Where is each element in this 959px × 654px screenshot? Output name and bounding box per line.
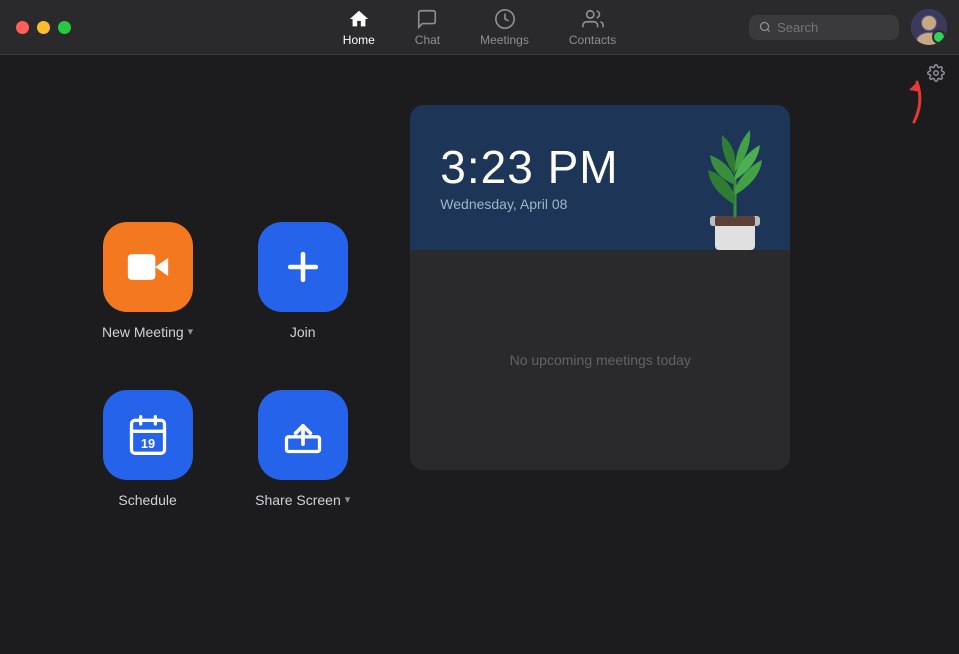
plant-decoration: [690, 120, 780, 250]
action-grid: New Meeting ▾ Join: [100, 95, 350, 614]
camera-icon: [126, 245, 170, 289]
close-button[interactable]: [16, 21, 29, 34]
chat-icon: [416, 8, 438, 30]
share-screen-label: Share Screen ▾: [255, 492, 350, 508]
tab-contacts[interactable]: Contacts: [569, 8, 616, 47]
join-label: Join: [290, 324, 316, 340]
meetings-section: No upcoming meetings today: [410, 250, 790, 470]
join-item[interactable]: Join: [255, 222, 350, 340]
traffic-lights: [0, 21, 71, 34]
new-meeting-item[interactable]: New Meeting ▾: [100, 222, 195, 340]
schedule-button[interactable]: 19: [103, 390, 193, 480]
schedule-label: Schedule: [118, 492, 176, 508]
join-button[interactable]: [258, 222, 348, 312]
calendar-icon: 19: [126, 413, 170, 457]
contacts-icon: [582, 8, 604, 30]
home-icon: [348, 8, 370, 30]
svg-text:19: 19: [140, 435, 154, 450]
tab-meetings[interactable]: Meetings: [480, 8, 529, 47]
share-screen-item[interactable]: Share Screen ▾: [255, 390, 350, 508]
new-meeting-chevron: ▾: [188, 325, 194, 338]
search-icon: [759, 20, 771, 34]
no-meetings-text: No upcoming meetings today: [510, 352, 691, 368]
new-meeting-label: New Meeting ▾: [102, 324, 193, 340]
search-input[interactable]: [777, 20, 889, 35]
avatar[interactable]: [911, 9, 947, 45]
share-screen-chevron: ▾: [345, 493, 351, 506]
share-icon: [281, 413, 325, 457]
avatar-area: [911, 9, 947, 45]
share-screen-button[interactable]: [258, 390, 348, 480]
settings-gear[interactable]: [927, 64, 945, 87]
tab-chat[interactable]: Chat: [415, 8, 440, 47]
arrow-indicator: [879, 72, 929, 139]
plus-icon: [281, 245, 325, 289]
main-content: New Meeting ▾ Join: [0, 55, 959, 654]
fullscreen-button[interactable]: [58, 21, 71, 34]
new-meeting-button[interactable]: [103, 222, 193, 312]
search-box[interactable]: [749, 15, 899, 40]
tab-home[interactable]: Home: [343, 8, 375, 47]
clock-section: 3:23 PM Wednesday, April 08: [410, 105, 790, 250]
meetings-icon: [494, 8, 516, 30]
minimize-button[interactable]: [37, 21, 50, 34]
title-bar: Home Chat Meetings: [0, 0, 959, 55]
search-area: [749, 15, 899, 40]
schedule-item[interactable]: 19 Schedule: [100, 390, 195, 508]
right-panel: 3:23 PM Wednesday, April 08: [410, 105, 790, 470]
